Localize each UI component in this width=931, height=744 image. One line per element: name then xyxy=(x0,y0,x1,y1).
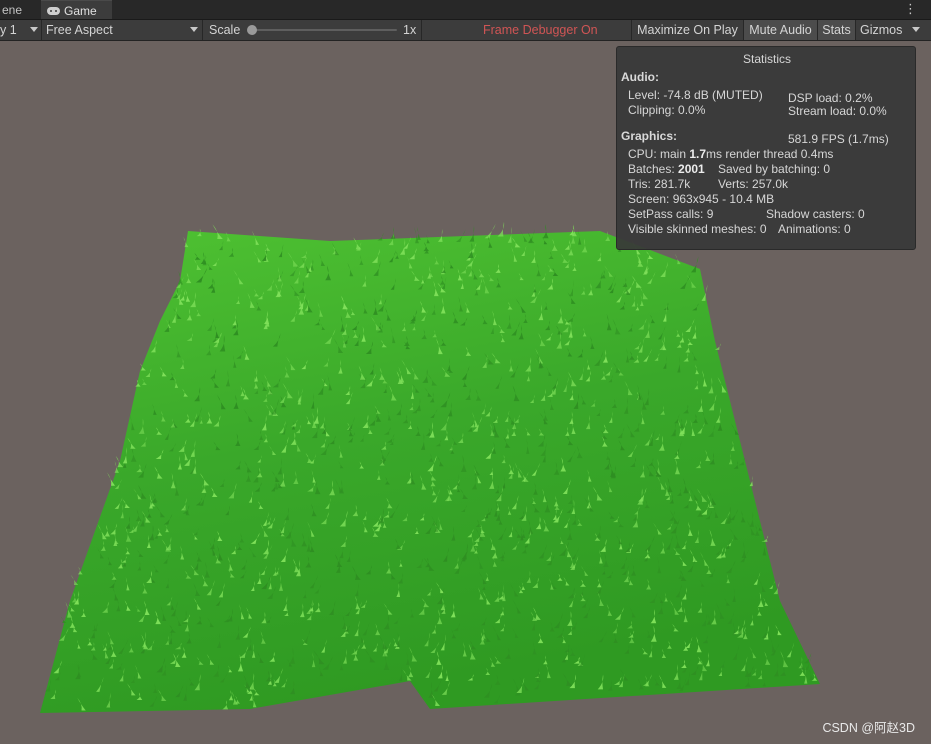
scale-value: 1x xyxy=(403,23,417,37)
frame-debugger-status: Frame Debugger On xyxy=(483,23,598,37)
dsp-load: DSP load: 0.2% xyxy=(788,91,873,105)
game-view-toolbar: y 1 Free Aspect Scale 1x Frame Debugger … xyxy=(0,20,931,41)
gizmos-button[interactable]: Gizmos xyxy=(856,20,908,40)
cpu-suffix: ms render thread 0.4ms xyxy=(706,147,834,161)
visible-skinned-meshes: Visible skinned meshes: 0 xyxy=(628,222,767,236)
grass-blade xyxy=(497,221,505,237)
grass-blade xyxy=(390,227,396,239)
animations-count: Animations: 0 xyxy=(778,222,851,236)
toolbar-divider xyxy=(41,20,42,40)
stream-load: Stream load: 0.0% xyxy=(788,104,887,118)
cpu-prefix: CPU: main xyxy=(628,147,690,161)
screen-info: Screen: 963x945 - 10.4 MB xyxy=(628,192,775,206)
toolbar-divider xyxy=(202,20,203,40)
scale-label: Scale xyxy=(209,23,241,37)
cpu-main-value: 1.7 xyxy=(689,147,707,161)
batches-prefix: Batches: xyxy=(628,162,679,176)
saved-by-batching: Saved by batching: 0 xyxy=(718,162,831,176)
statistics-panel: Statistics Audio: Level: -74.8 dB (MUTED… xyxy=(616,46,916,250)
display-chevron-down-icon xyxy=(30,27,38,32)
cpu-timing: CPU: main 1.7ms render thread 0.4ms xyxy=(628,147,833,161)
mute-audio-button[interactable]: Mute Audio xyxy=(744,20,817,40)
tris-count: Tris: 281.7k xyxy=(628,177,691,191)
aspect-dropdown-label: Free Aspect xyxy=(46,23,113,37)
watermark-text: CSDN @阿赵3D xyxy=(822,721,915,735)
audio-clipping: Clipping: 0.0% xyxy=(628,103,706,117)
tab-scene[interactable]: ene xyxy=(0,0,36,19)
stats-button[interactable]: Stats xyxy=(818,20,855,40)
batches: Batches: 2001 xyxy=(628,162,705,176)
audio-level: Level: -74.8 dB (MUTED) xyxy=(628,88,763,102)
maximize-on-play-button[interactable]: Maximize On Play xyxy=(632,20,743,40)
toolbar-divider xyxy=(421,20,422,40)
batches-value: 2001 xyxy=(678,162,705,176)
display-dropdown-label: y 1 xyxy=(0,23,17,37)
statistics-title: Statistics xyxy=(742,52,791,66)
gizmos-chevron-down-icon[interactable] xyxy=(912,27,920,32)
aspect-chevron-down-icon xyxy=(190,27,198,32)
verts-count: Verts: 257.0k xyxy=(718,177,789,191)
fps-readout: 581.9 FPS (1.7ms) xyxy=(788,132,889,146)
setpass-calls: SetPass calls: 9 xyxy=(628,207,714,221)
scale-slider-track[interactable] xyxy=(251,29,397,31)
graphics-section-header: Graphics: xyxy=(621,129,678,143)
scale-slider-thumb[interactable] xyxy=(247,25,257,35)
shadow-casters: Shadow casters: 0 xyxy=(766,207,865,221)
more-options-icon[interactable]: ⋮ xyxy=(904,1,917,17)
tab-scene-label: ene xyxy=(2,3,23,17)
gamepad-icon xyxy=(47,6,60,15)
tab-game-label: Game xyxy=(64,4,97,18)
audio-section-header: Audio: xyxy=(621,70,659,84)
aspect-dropdown[interactable]: Free Aspect xyxy=(46,20,201,40)
editor-tab-bar: ene Game ⋮ xyxy=(0,0,931,20)
tab-game[interactable]: Game xyxy=(41,0,112,19)
